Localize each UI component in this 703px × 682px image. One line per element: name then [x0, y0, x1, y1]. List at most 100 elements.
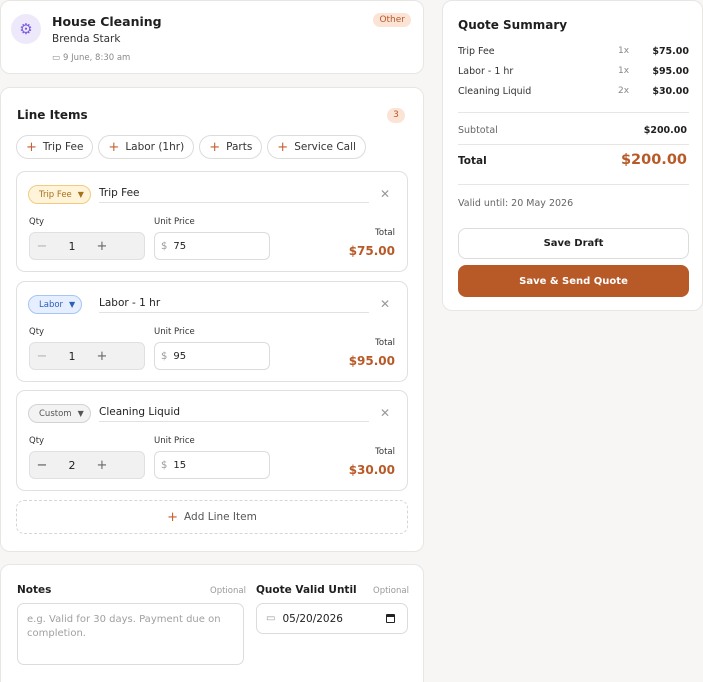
quick-add-service-call-button[interactable]: + Service Call [267, 135, 366, 159]
decrement-button[interactable]: − [30, 239, 54, 254]
line-item-type-select[interactable]: Custom ▼ [28, 404, 91, 423]
notes-card: Notes Optional e.g. Valid for 30 days. P… [0, 564, 424, 682]
notes-optional-label: Optional [210, 586, 246, 596]
quote-valid-until-title: Quote Valid Until [256, 584, 357, 596]
valid-until-date-input[interactable]: ▭ 05/20/2026 [256, 603, 408, 634]
line-item-total: $95.00 [348, 354, 395, 368]
summary-row: Cleaning Liquid 2x $30.00 [458, 86, 689, 100]
decrement-button[interactable]: − [30, 349, 54, 364]
quick-add-label: Trip Fee [42, 141, 84, 153]
plus-icon: + [277, 139, 289, 155]
qty-label: Qty [29, 436, 45, 446]
line-item-name-input[interactable]: Trip Fee [99, 185, 369, 203]
unit-price-label: Unit Price [154, 217, 195, 227]
save-draft-button[interactable]: Save Draft [458, 228, 689, 259]
line-item: Labor ▼ Labor - 1 hr ✕ Qty Unit Price − … [16, 281, 408, 382]
summary-item-value: $95.00 [652, 66, 689, 77]
date-picker-icon[interactable] [386, 614, 395, 623]
line-item: Trip Fee ▼ Trip Fee ✕ Qty Unit Price − 1… [16, 171, 408, 272]
total-label: Total [375, 447, 395, 457]
summary-item-value: $30.00 [652, 86, 689, 97]
increment-button[interactable]: + [90, 239, 114, 254]
line-item-type-value: Labor [39, 299, 64, 310]
quantity-value[interactable]: 2 [54, 459, 90, 472]
increment-button[interactable]: + [90, 349, 114, 364]
summary-item-name: Labor - 1 hr [458, 66, 514, 77]
line-items-card: Line Items 3 + Trip Fee + Labor (1hr) + … [0, 87, 424, 552]
quantity-stepper: − 1 + [29, 232, 145, 260]
unit-price-label: Unit Price [154, 327, 195, 337]
gear-icon: ⚙ [11, 14, 41, 44]
quote-summary-card: Quote Summary Trip Fee 1x $75.00 Labor -… [442, 0, 703, 311]
increment-button[interactable]: + [90, 458, 114, 473]
add-line-item-button[interactable]: + Add Line Item [16, 500, 408, 534]
remove-line-item-icon[interactable]: ✕ [380, 187, 390, 201]
unit-price-input[interactable]: $ 15 [154, 451, 270, 479]
chevron-down-icon: ▼ [77, 190, 84, 199]
calendar-icon: ▭ [52, 53, 61, 63]
save-and-send-quote-button[interactable]: Save & Send Quote [458, 265, 689, 297]
unit-price-input[interactable]: $ 95 [154, 342, 270, 370]
chevron-down-icon: ▼ [69, 300, 76, 309]
valid-until-optional-label: Optional [373, 586, 409, 596]
plus-icon: + [26, 139, 37, 155]
qty-label: Qty [29, 217, 45, 227]
line-item-name-input[interactable]: Cleaning Liquid [99, 404, 369, 422]
job-client: Brenda Stark [52, 33, 121, 45]
line-item-name-input[interactable]: Labor - 1 hr [99, 295, 369, 313]
decrement-button[interactable]: − [30, 458, 54, 473]
unit-price-value: 95 [173, 350, 187, 362]
quantity-value[interactable]: 1 [54, 240, 90, 253]
divider [458, 112, 689, 113]
summary-item-value: $75.00 [652, 46, 689, 57]
summary-row: Labor - 1 hr 1x $95.00 [458, 66, 689, 80]
summary-item-qty: 1x [618, 66, 630, 76]
quick-add-label: Service Call [294, 141, 356, 153]
summary-item-qty: 1x [618, 46, 630, 56]
total-label: Total [375, 228, 395, 238]
summary-row: Trip Fee 1x $75.00 [458, 46, 689, 60]
line-item-total: $75.00 [348, 244, 395, 258]
job-title: House Cleaning [52, 14, 162, 29]
quick-add-label: Parts [226, 141, 253, 153]
quick-add-trip-fee-button[interactable]: + Trip Fee [16, 135, 94, 159]
valid-until-text: Valid until: 20 May 2026 [458, 198, 574, 209]
quick-add-labor-button[interactable]: + Labor (1hr) [98, 135, 195, 159]
currency-symbol: $ [161, 240, 168, 252]
quote-summary-title: Quote Summary [458, 18, 568, 32]
line-item-type-select[interactable]: Labor ▼ [28, 295, 83, 314]
quantity-value[interactable]: 1 [54, 350, 90, 363]
line-items-count-badge: 3 [387, 108, 405, 123]
quick-add-parts-button[interactable]: + Parts [199, 135, 263, 159]
divider [458, 184, 689, 185]
plus-icon: + [167, 509, 179, 525]
summary-item-name: Trip Fee [458, 46, 495, 57]
total-label: Total [375, 338, 395, 348]
remove-line-item-icon[interactable]: ✕ [380, 406, 390, 420]
calendar-icon: ▭ [266, 613, 276, 624]
line-item-type-value: Custom [39, 408, 72, 419]
remove-line-item-icon[interactable]: ✕ [380, 297, 390, 311]
line-items-title: Line Items [17, 108, 88, 122]
valid-until-date-value: 05/20/2026 [282, 612, 343, 625]
subtotal-value: $200.00 [643, 125, 687, 136]
total-value: $200.00 [620, 152, 687, 168]
chevron-down-icon: ▼ [77, 409, 84, 418]
line-item: Custom ▼ Cleaning Liquid ✕ Qty Unit Pric… [16, 390, 408, 491]
add-line-item-label: Add Line Item [184, 511, 257, 523]
summary-item-qty: 2x [618, 86, 630, 96]
quick-add-label: Labor (1hr) [125, 141, 185, 153]
unit-price-label: Unit Price [154, 436, 195, 446]
unit-price-input[interactable]: $ 75 [154, 232, 270, 260]
job-card: ⚙ House Cleaning Brenda Stark ▭ 9 June, … [0, 0, 424, 74]
line-item-type-select[interactable]: Trip Fee ▼ [28, 185, 91, 204]
job-date-text: 9 June, 8:30 am [63, 53, 131, 63]
divider [458, 144, 689, 145]
notes-textarea[interactable]: e.g. Valid for 30 days. Payment due on c… [17, 603, 244, 665]
qty-label: Qty [29, 327, 45, 337]
summary-item-name: Cleaning Liquid [458, 86, 532, 97]
plus-icon: + [209, 139, 221, 155]
total-label: Total [458, 155, 487, 167]
unit-price-value: 75 [173, 240, 187, 252]
currency-symbol: $ [161, 459, 168, 471]
